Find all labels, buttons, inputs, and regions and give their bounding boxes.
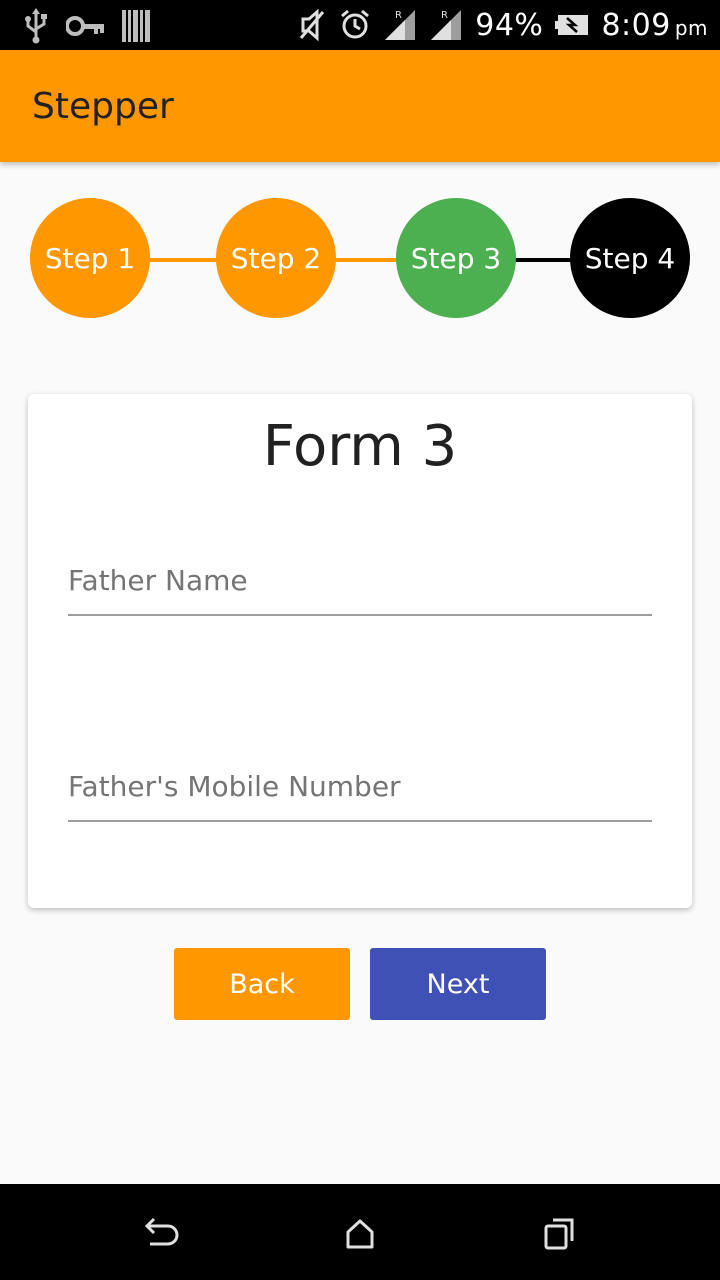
signal-icon: R [383, 8, 417, 42]
svg-text:R: R [441, 10, 448, 21]
svg-text:R: R [395, 10, 402, 21]
alarm-icon [339, 9, 371, 41]
step-label: Step 1 [44, 241, 136, 275]
next-button[interactable]: Next [370, 948, 546, 1020]
recents-icon[interactable] [538, 1212, 582, 1256]
father-name-field[interactable] [68, 546, 652, 616]
step-label: Step 2 [230, 241, 322, 275]
back-button-label: Back [229, 968, 295, 1000]
clock-time: 8:09 [601, 7, 671, 43]
father-mobile-field[interactable] [68, 752, 652, 822]
form-title: Form 3 [262, 414, 458, 479]
app-title: Stepper [32, 86, 174, 127]
home-icon[interactable] [338, 1212, 382, 1256]
step-1[interactable]: Step 1 [30, 198, 150, 318]
step-3[interactable]: Step 3 [396, 198, 516, 318]
step-4[interactable]: Step 4 [570, 198, 690, 318]
step-connector-2 [334, 258, 398, 262]
step-label: Step 4 [584, 241, 676, 275]
stepper: Step 1 Step 2 Step 3 Step 4 [0, 196, 720, 320]
step-connector-3 [514, 258, 572, 262]
signal-icon: R [429, 8, 463, 42]
app-bar: Stepper [0, 50, 720, 162]
step-2[interactable]: Step 2 [216, 198, 336, 318]
step-label: Step 3 [410, 241, 502, 275]
key-icon [66, 14, 106, 38]
step-connector-1 [148, 258, 218, 262]
usb-icon [22, 8, 50, 44]
navigation-bar [0, 1184, 720, 1280]
mute-icon [297, 9, 327, 41]
back-button[interactable]: Back [174, 948, 350, 1020]
back-icon[interactable] [138, 1212, 182, 1256]
next-button-label: Next [426, 968, 490, 1000]
clock-ampm: pm [674, 15, 708, 40]
battery-percent: 94% [475, 7, 544, 43]
form-card: Form 3 [28, 394, 692, 908]
status-bar: R R 94% 8:09 pm [0, 0, 720, 50]
clock: 8:09 pm [601, 8, 708, 43]
battery-icon [555, 14, 589, 36]
barcode-icon [122, 10, 150, 42]
